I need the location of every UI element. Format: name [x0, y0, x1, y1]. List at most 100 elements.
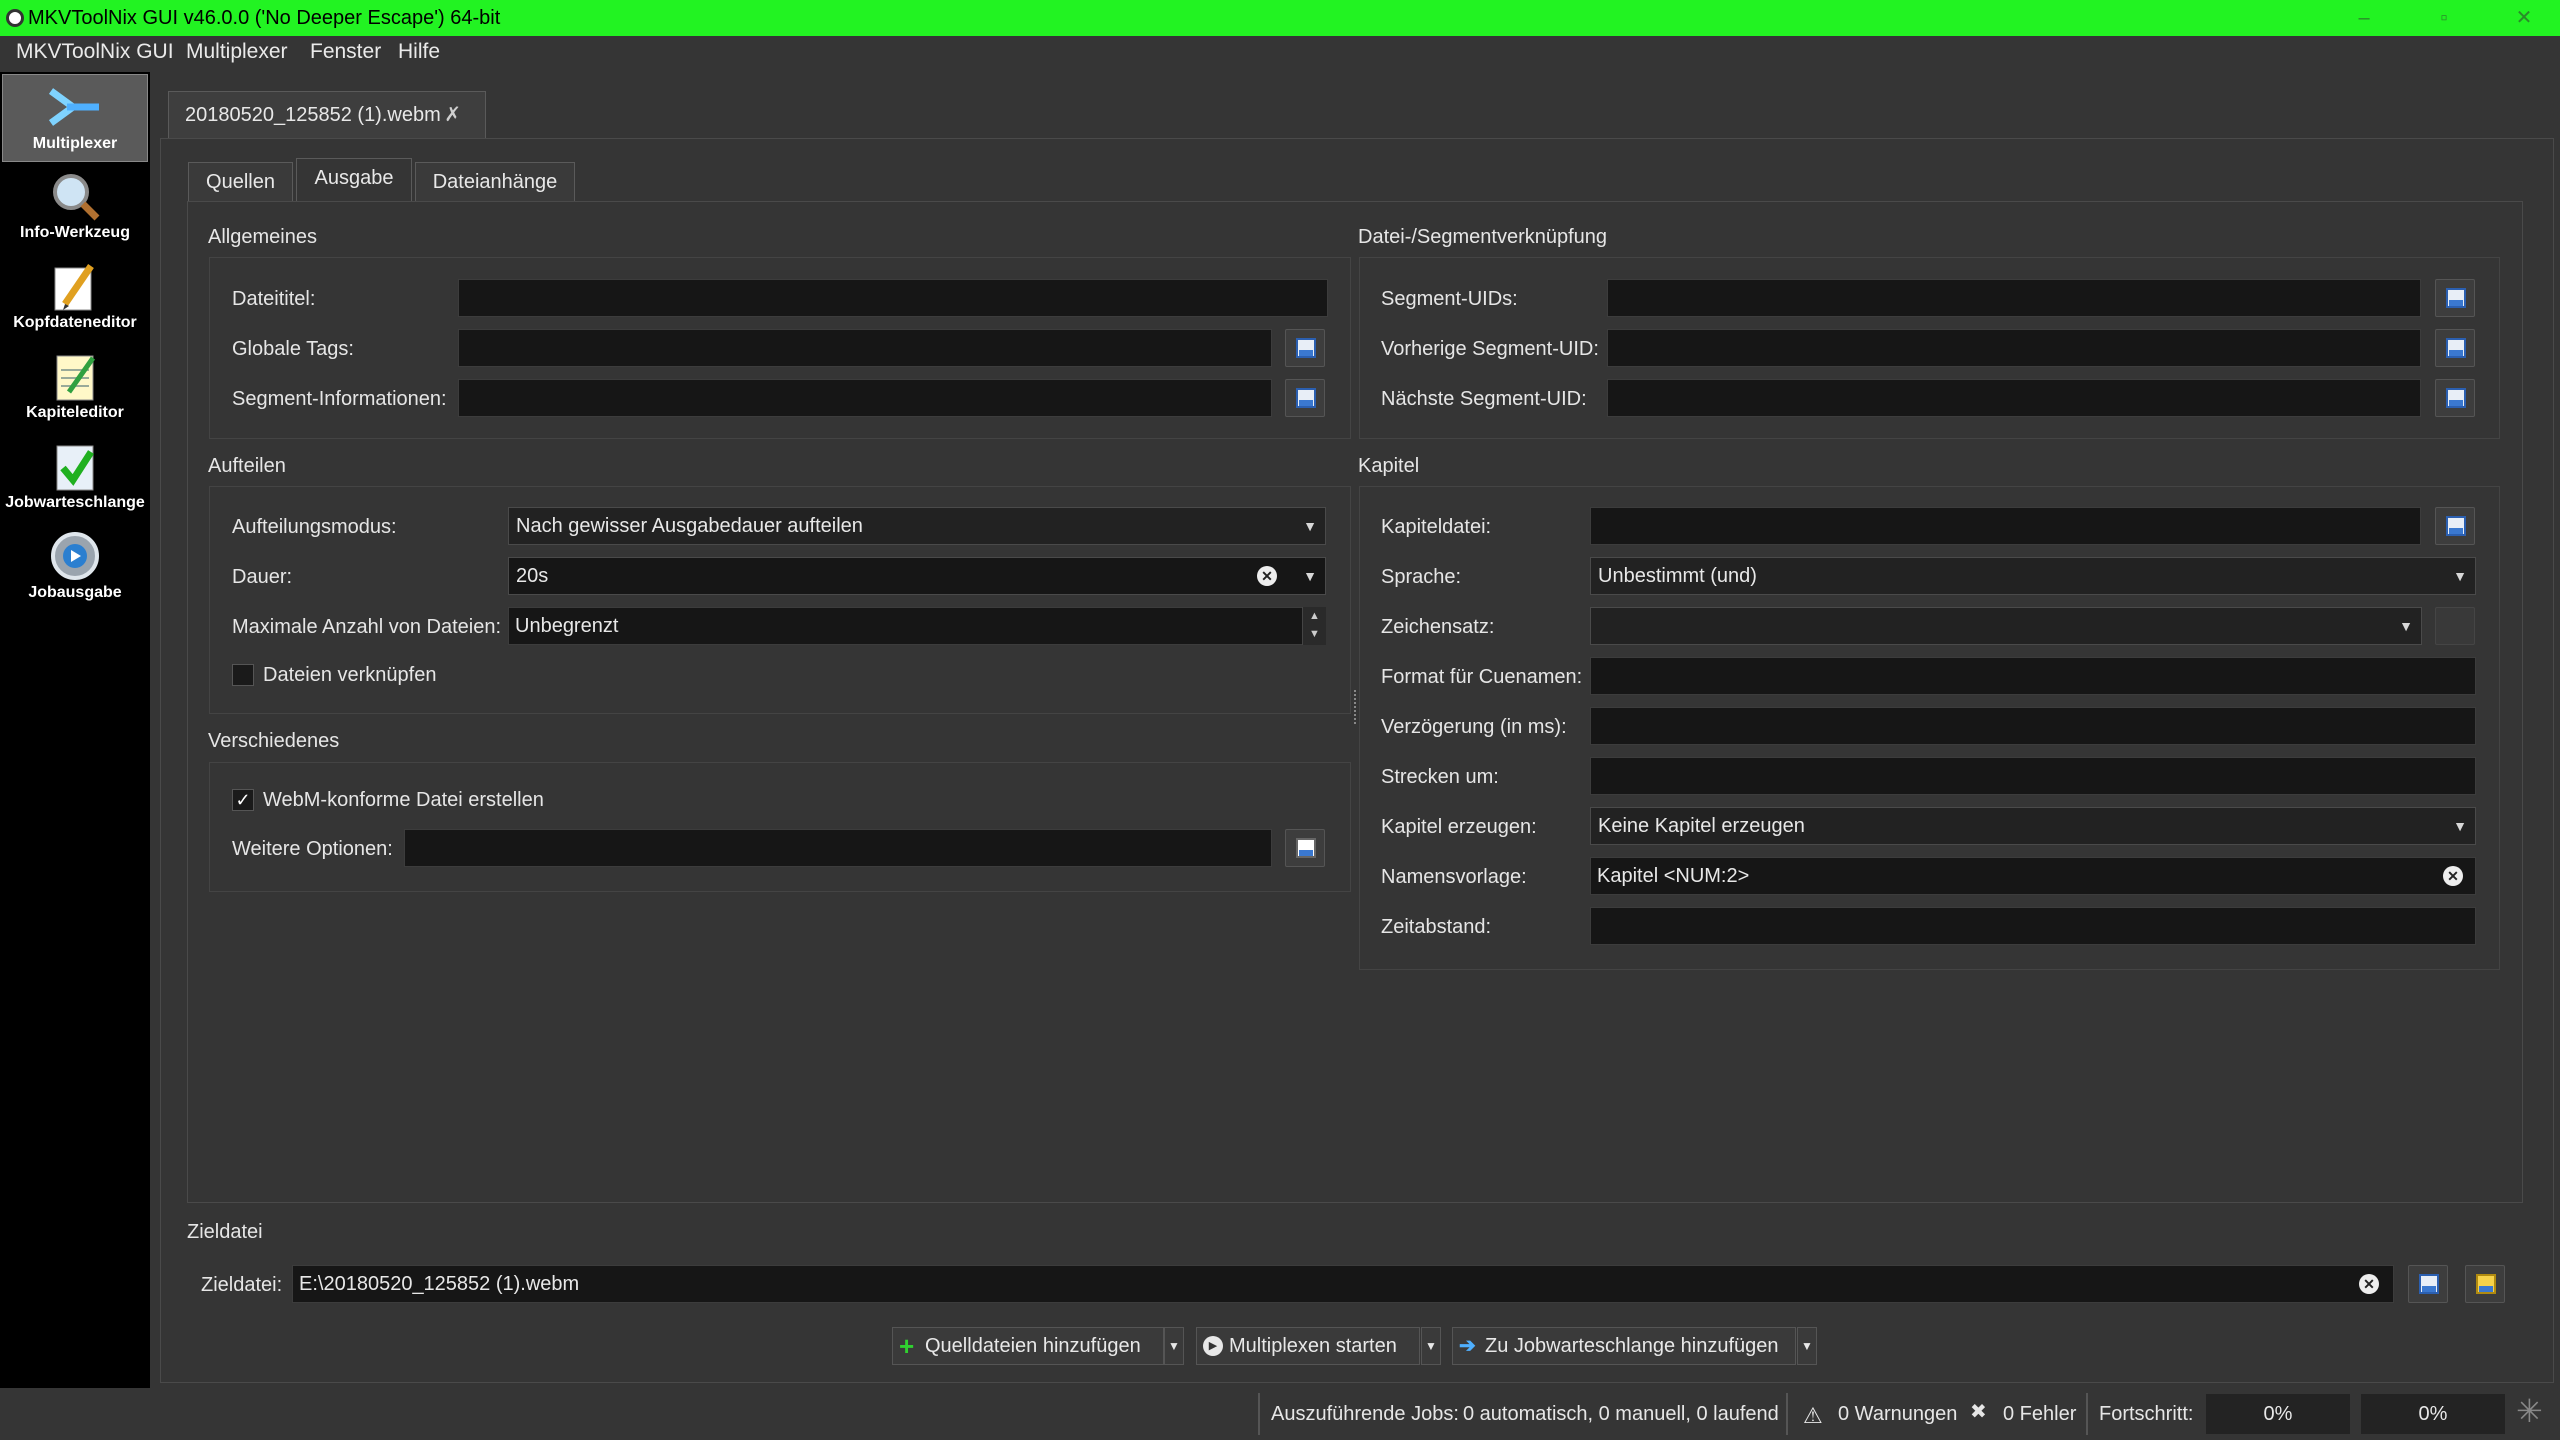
menu-fenster[interactable]: Fenster: [310, 40, 381, 64]
document-tab[interactable]: 20180520_125852 (1).webm ✗: [168, 91, 486, 139]
maximize-button[interactable]: ▫: [2420, 0, 2468, 36]
sidebar-label: Kapiteleditor: [26, 404, 124, 421]
sidebar-item-multiplexer[interactable]: Multiplexer: [2, 74, 148, 162]
kapitel-erzeugen-value: Keine Kapitel erzeugen: [1598, 815, 1805, 837]
label-dateititel: Dateititel:: [232, 288, 316, 310]
clear-zieldatei-icon[interactable]: ✕: [2359, 1274, 2379, 1294]
clear-namensvorlage-icon[interactable]: ✕: [2443, 866, 2463, 886]
chevron-down-icon[interactable]: ▼: [1303, 558, 1317, 594]
tab-quellen[interactable]: Quellen: [188, 162, 293, 202]
webm-checkbox[interactable]: ✓: [232, 789, 254, 811]
clear-dauer-icon[interactable]: ✕: [1257, 566, 1277, 586]
open-file-icon: [2446, 288, 2466, 308]
label-zeitabstand: Zeitabstand:: [1381, 916, 1492, 938]
next-uid-input[interactable]: [1607, 379, 2421, 417]
tab-dateianhaenge[interactable]: Dateianhänge: [415, 162, 575, 202]
dauer-combo[interactable]: 20s ▼: [508, 557, 1326, 595]
kapitel-erzeugen-select[interactable]: Keine Kapitel erzeugen ▼: [1590, 807, 2476, 845]
sidebar-item-chapter-editor[interactable]: Kapiteleditor: [0, 344, 150, 432]
splitter-handle[interactable]: [1354, 690, 1358, 724]
checklist-icon: [56, 445, 94, 491]
sidebar-item-header-editor[interactable]: Kopfdateneditor: [0, 254, 150, 342]
prev-uid-input[interactable]: [1607, 329, 2421, 367]
close-window-button[interactable]: ✕: [2500, 0, 2548, 36]
add-to-queue-button[interactable]: ➔ Zu Jobwarteschlange hinzufügen: [1452, 1327, 1796, 1365]
dateien-verknuepfen-checkbox[interactable]: [232, 664, 254, 686]
minimize-button[interactable]: –: [2340, 0, 2388, 36]
max-dateien-value: Unbegrenzt: [515, 615, 619, 637]
close-tab-icon[interactable]: ✗: [444, 92, 461, 138]
magnifier-icon: [53, 174, 100, 221]
label-zeichensatz: Zeichensatz:: [1381, 616, 1495, 638]
add-sources-dropdown[interactable]: ▼: [1164, 1327, 1184, 1365]
status-errors[interactable]: 0 Fehler: [2003, 1403, 2076, 1426]
queue-dropdown[interactable]: ▼: [1797, 1327, 1817, 1365]
pencil-icon: [54, 264, 94, 311]
browse-segment-info-button[interactable]: [1285, 379, 1325, 417]
zeichensatz-button[interactable]: [2435, 607, 2475, 645]
sprache-select[interactable]: Unbestimmt (und) ▼: [1590, 557, 2476, 595]
browse-kapiteldatei-button[interactable]: [2435, 507, 2475, 545]
status-separator: [2086, 1393, 2088, 1435]
menu-multiplexer[interactable]: Multiplexer: [186, 40, 288, 64]
edit-options-button[interactable]: [1285, 829, 1325, 867]
group-title-allgemeines: Allgemeines: [208, 226, 317, 248]
label-verzoegerung: Verzögerung (in ms):: [1381, 716, 1567, 738]
activity-spinner-icon: ✳: [2516, 1393, 2543, 1429]
zeichensatz-select[interactable]: ▼: [1590, 607, 2422, 645]
recent-folders-button[interactable]: [2465, 1265, 2505, 1303]
sidebar-item-info[interactable]: Info-Werkzeug: [0, 164, 150, 252]
kapiteldatei-input[interactable]: [1590, 507, 2421, 545]
list-icon: [1296, 838, 1316, 858]
segment-info-input[interactable]: [458, 379, 1272, 417]
browse-prev-uid-button[interactable]: [2435, 329, 2475, 367]
menu-hilfe[interactable]: Hilfe: [398, 40, 440, 64]
sprache-value: Unbestimmt (und): [1598, 565, 1757, 587]
gear-play-icon: [51, 532, 99, 580]
label-weitere-optionen: Weitere Optionen:: [232, 838, 393, 860]
namensvorlage-input[interactable]: Kapitel <NUM:2>: [1590, 857, 2476, 895]
status-warnings[interactable]: 0 Warnungen: [1838, 1403, 1957, 1426]
open-file-icon: [1296, 388, 1316, 408]
namensvorlage-value: Kapitel <NUM:2>: [1597, 865, 1750, 887]
start-multiplexing-button[interactable]: ▶ Multiplexen starten: [1196, 1327, 1420, 1365]
label-prev-uid: Vorherige Segment-UID:: [1381, 338, 1599, 360]
start-dropdown[interactable]: ▼: [1421, 1327, 1441, 1365]
browse-segment-uids-button[interactable]: [2435, 279, 2475, 317]
dauer-value: 20s: [516, 565, 549, 587]
browse-next-uid-button[interactable]: [2435, 379, 2475, 417]
status-jobs-value: 0 automatisch, 0 manuell, 0 laufend: [1463, 1403, 1779, 1425]
browse-globale-tags-button[interactable]: [1285, 329, 1325, 367]
strecken-input[interactable]: [1590, 757, 2476, 795]
aufteilungsmodus-value: Nach gewisser Ausgabedauer aufteilen: [516, 515, 863, 537]
group-title-verschiedenes: Verschiedenes: [208, 730, 340, 752]
aufteilungsmodus-select[interactable]: Nach gewisser Ausgabedauer aufteilen ▼: [508, 507, 1326, 545]
segment-uids-input[interactable]: [1607, 279, 2421, 317]
globale-tags-input[interactable]: [458, 329, 1272, 367]
sidebar-item-job-queue[interactable]: Jobwarteschlange: [0, 434, 150, 522]
chevron-down-icon: ▼: [2453, 568, 2467, 584]
max-dateien-spinbox[interactable]: Unbegrenzt: [508, 607, 1326, 645]
menu-bar: MKVToolNix GUI Multiplexer Fenster Hilfe: [0, 36, 2560, 70]
zeitabstand-input[interactable]: [1590, 907, 2476, 945]
spin-buttons[interactable]: ▲ ▼: [1302, 607, 1326, 645]
format-cuenamen-input[interactable]: [1590, 657, 2476, 695]
label-zieldatei: Zieldatei:: [201, 1274, 283, 1296]
sidebar-item-job-output[interactable]: Jobausgabe: [0, 524, 150, 612]
verzoegerung-input[interactable]: [1590, 707, 2476, 745]
browse-zieldatei-button[interactable]: [2408, 1265, 2448, 1303]
menu-mkvtoolnix[interactable]: MKVToolNix GUI: [16, 40, 174, 64]
label-globale-tags: Globale Tags:: [232, 338, 354, 360]
add-source-files-button[interactable]: + Quelldateien hinzufügen: [892, 1327, 1164, 1365]
dateititel-input[interactable]: [458, 279, 1328, 317]
zieldatei-input[interactable]: E:\20180520_125852 (1).webm: [292, 1265, 2394, 1303]
sidebar: Multiplexer Info-Werkzeug Kopfdatenedito…: [0, 72, 150, 1388]
label-format-cuenamen: Format für Cuenamen:: [1381, 666, 1583, 688]
weitere-optionen-input[interactable]: [404, 829, 1272, 867]
sidebar-label: Kopfdateneditor: [13, 314, 137, 331]
tab-ausgabe[interactable]: Ausgabe: [296, 158, 412, 202]
open-file-icon: [2446, 338, 2466, 358]
group-verschiedenes: [209, 762, 1351, 892]
label-strecken: Strecken um:: [1381, 766, 1499, 788]
chevron-down-icon: ▼: [1303, 518, 1317, 534]
